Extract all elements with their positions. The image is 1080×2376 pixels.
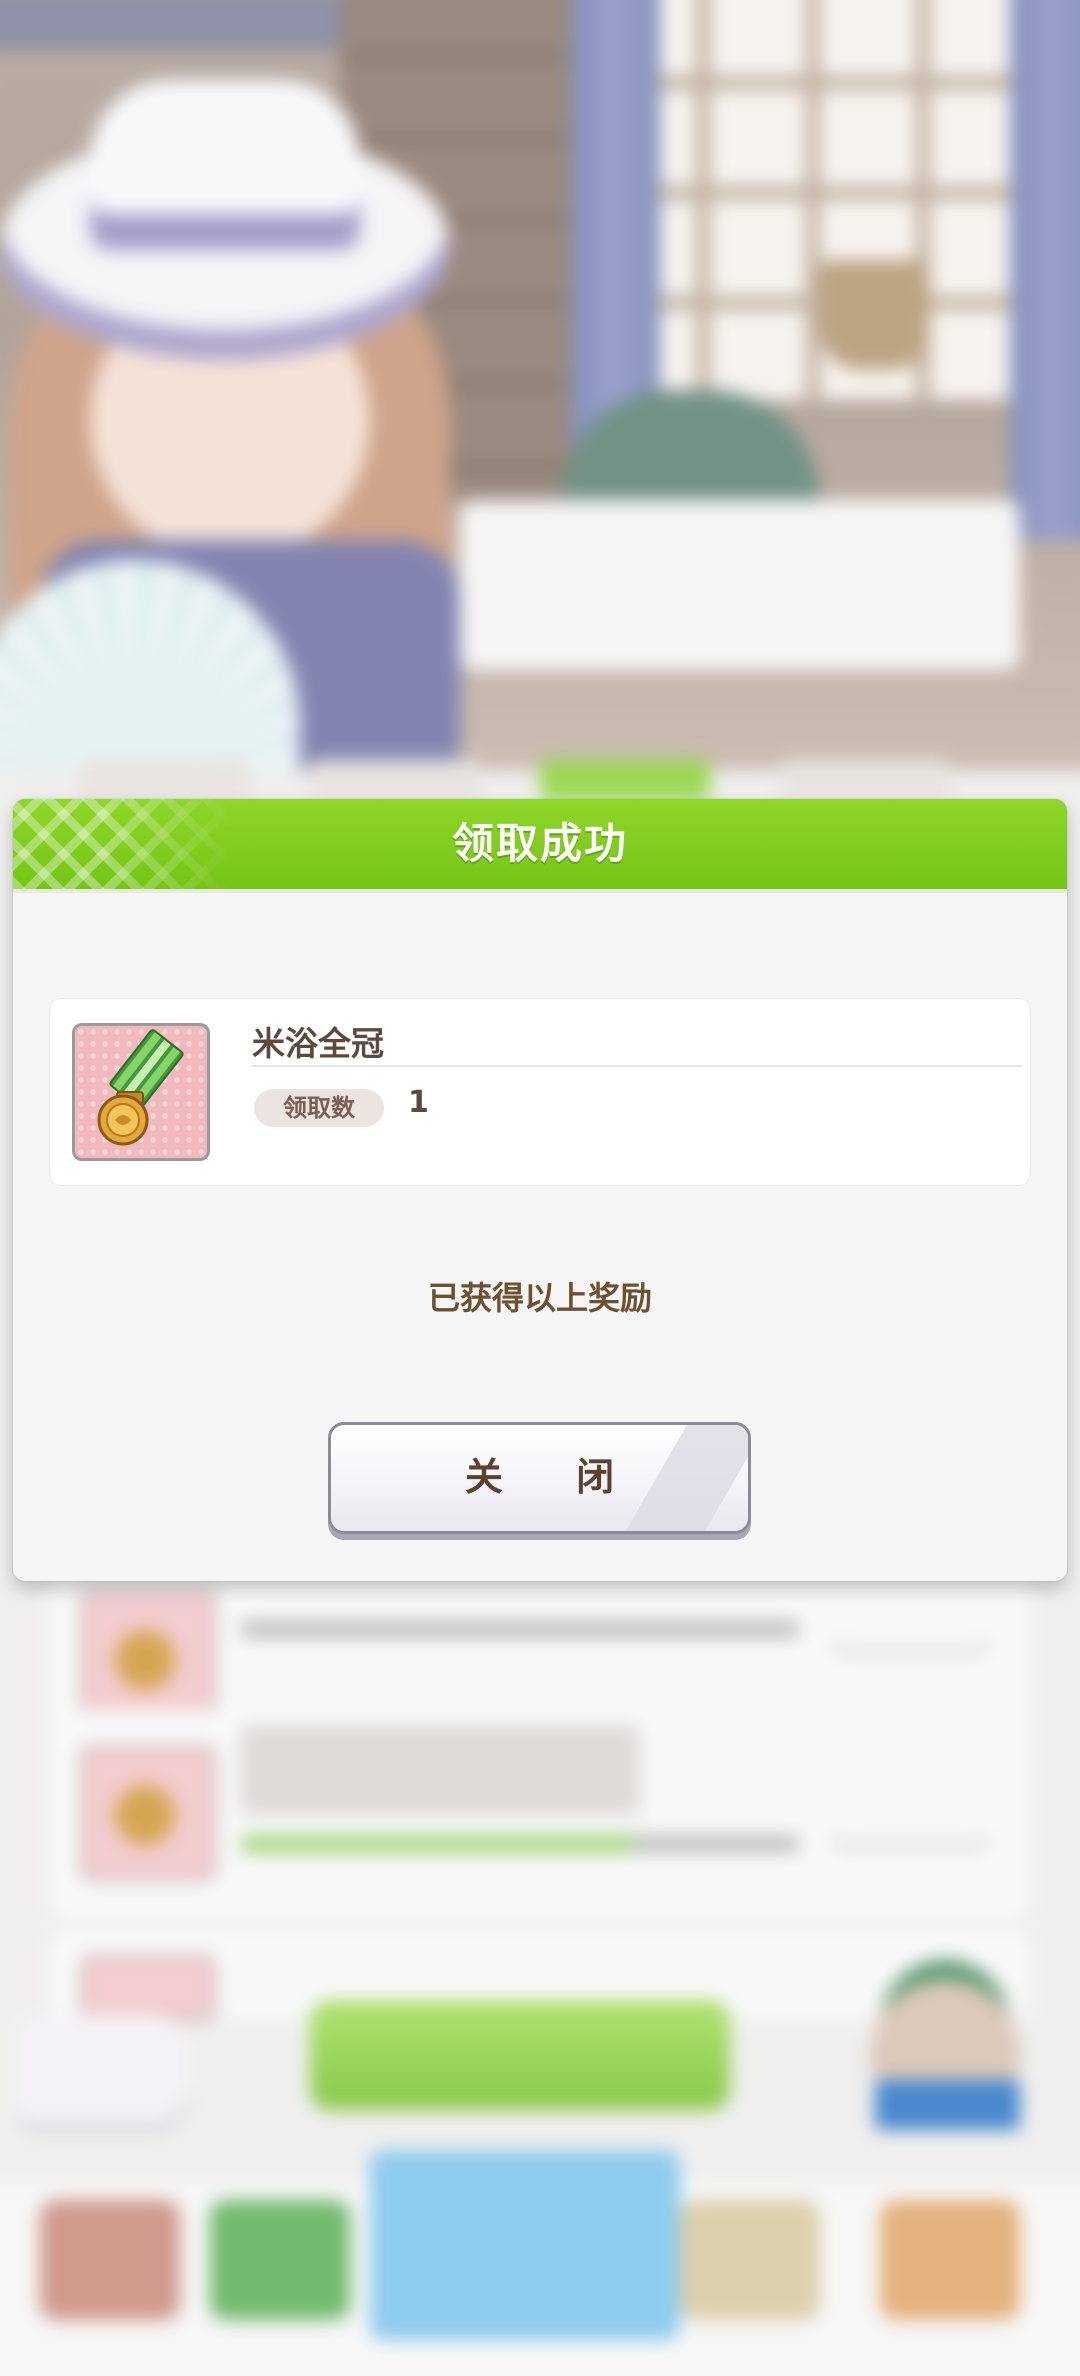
reward-item-card: 米浴全冠 领取数 1 <box>50 999 1030 1185</box>
close-button[interactable]: 关 闭 <box>328 1422 751 1534</box>
item-name: 米浴全冠 <box>252 1024 384 1063</box>
dialog-title: 领取成功 <box>451 819 628 868</box>
dialog-header: 领取成功 <box>13 799 1067 889</box>
close-button-label: 关 闭 <box>464 1455 645 1499</box>
quantity-value: 1 <box>408 1085 429 1120</box>
quantity-label: 领取数 <box>254 1089 384 1127</box>
reward-message: 已获得以上奖励 <box>427 1279 652 1317</box>
medal-icon <box>72 1023 210 1161</box>
reward-dialog: 领取成功 米浴全冠 领取数 1 已获得以上奖励 关 闭 <box>13 799 1067 1581</box>
